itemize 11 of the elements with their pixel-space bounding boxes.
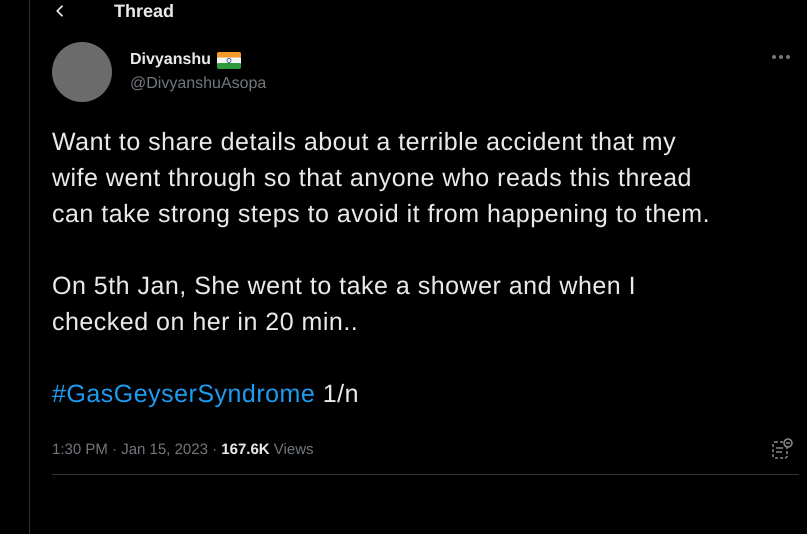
user-handle[interactable]: @DivyanshuAsopa [130,75,753,93]
more-options-icon[interactable] [771,54,791,60]
display-name[interactable]: Divyanshu [130,51,211,69]
flag-icon [216,52,241,68]
tweet-paragraph: Want to share details about a terrible accident that my wife went through so that anyone who reads this thread can take strong steps to avoid it from happening to them. [52,127,712,230]
hashtag-link[interactable]: #GasGeyserSyndrome [52,380,316,408]
analytics-icon[interactable] [771,438,793,460]
tweet-metadata: 1:30 PM · Jan 15, 2023 · 167.6K Views [52,440,314,458]
page-title: Thread [114,0,174,22]
tweet-paragraph: On 5th Jan, She went to take a shower and when I checked on her in 20 min.. [52,271,638,338]
tweet-paragraph: #GasGeyserSyndrome 1/n [52,379,360,410]
